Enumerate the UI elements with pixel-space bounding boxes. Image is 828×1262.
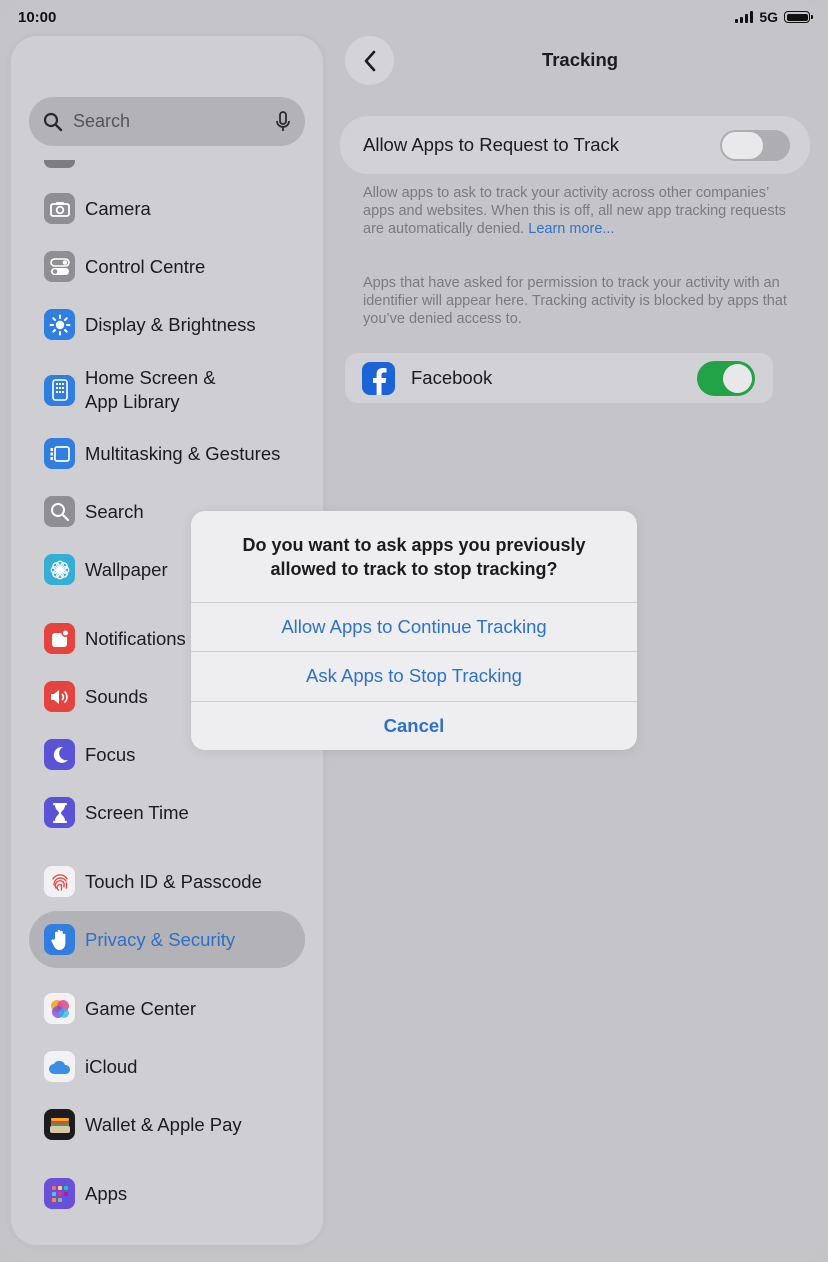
sidebar-item-display-brightness[interactable]: Display & Brightness (44, 309, 256, 340)
sidebar-item-control-centre[interactable]: Control Centre (44, 251, 205, 282)
microphone-icon[interactable] (275, 110, 291, 133)
alert-dialog: Do you want to ask apps you previously a… (191, 511, 637, 750)
sidebar-item-home-screen[interactable]: Home Screen & App Library (44, 366, 216, 414)
app-name: Facebook (411, 367, 493, 388)
allow-tracking-toggle[interactable] (720, 129, 790, 161)
sidebar-item-label: Focus (85, 743, 136, 765)
facebook-tracking-toggle[interactable] (697, 360, 755, 396)
sidebar-item-label: Apps (85, 1182, 128, 1204)
network-label: 5G (759, 9, 778, 25)
allow-tracking-description: Allow apps to ask to track your activity… (363, 184, 793, 238)
sidebar-item-label: Control Centre (85, 255, 206, 277)
bell-icon (44, 623, 75, 654)
tracking-apps-description: Apps that have asked for permission to t… (363, 275, 787, 327)
ask-stop-tracking-button[interactable]: Ask Apps to Stop Tracking (191, 651, 637, 700)
sidebar-item-multitasking[interactable]: Multitasking & Gestures (44, 438, 280, 469)
status-indicators: 5G (735, 9, 813, 25)
sidebar-item-label: Search (85, 500, 144, 522)
toggles-icon (44, 251, 75, 282)
allow-tracking-row: Allow Apps to Request to Track (340, 116, 810, 174)
wallet-icon (44, 1109, 75, 1140)
sidebar-item-notifications[interactable]: Notifications (44, 623, 186, 654)
game-center-icon (44, 993, 75, 1024)
sidebar-item-label: Screen Time (85, 801, 189, 823)
flower-icon (44, 554, 75, 585)
alert-title: Do you want to ask apps you previously a… (242, 535, 586, 579)
sidebar-item-label-group: Home Screen & App Library (85, 366, 216, 414)
sidebar-item-label: Game Center (85, 997, 197, 1019)
sidebar-item-wallet[interactable]: Wallet & Apple Pay (44, 1109, 242, 1140)
sidebar-item-label: Notifications (85, 627, 186, 649)
allow-tracking-label: Allow Apps to Request to Track (363, 134, 620, 155)
sidebar-item-focus[interactable]: Focus (44, 739, 135, 770)
moon-icon (44, 739, 75, 770)
apps-grid-icon (44, 1178, 75, 1209)
signal-icon (735, 11, 754, 23)
hourglass-icon (44, 797, 75, 828)
sun-icon (44, 309, 75, 340)
sidebar-item-label: Multitasking & Gestures (85, 442, 281, 464)
search-field[interactable]: Search (29, 97, 305, 146)
search-icon (43, 112, 63, 131)
sidebar-item-camera[interactable]: Camera (44, 193, 151, 224)
clipped-icon (44, 160, 75, 168)
sidebar-item-label: Wallpaper (85, 558, 168, 580)
fingerprint-icon (44, 866, 75, 897)
sidebar-item-label-line2: App Library (85, 391, 180, 412)
sidebar-item-label: iCloud (85, 1055, 138, 1077)
sidebar-item-screen-time[interactable]: Screen Time (44, 797, 189, 828)
allow-continue-tracking-button[interactable]: Allow Apps to Continue Tracking (191, 602, 637, 651)
back-button[interactable] (345, 36, 394, 85)
sidebar-item-label: Display & Brightness (85, 313, 256, 335)
cancel-button[interactable]: Cancel (191, 701, 637, 750)
facebook-icon (362, 361, 395, 395)
speaker-icon (44, 681, 75, 712)
battery-icon (784, 11, 813, 23)
hand-icon (44, 924, 75, 955)
learn-more-link[interactable]: Learn more... (528, 221, 614, 237)
sidebar-item-wallpaper[interactable]: Wallpaper (44, 554, 168, 585)
sidebar-item-icloud[interactable]: iCloud (44, 1051, 137, 1082)
sidebar-item-label: Home Screen & (85, 367, 216, 388)
sidebar-item-apps[interactable]: Apps (44, 1178, 127, 1209)
search-placeholder: Search (73, 111, 131, 131)
sidebar-item-label: Wallet & Apple Pay (85, 1113, 242, 1135)
sidebar-item-label: Camera (85, 197, 151, 219)
sidebar-item-touch-id[interactable]: Touch ID & Passcode (44, 866, 262, 897)
sidebar-item-label: Privacy & Security (85, 928, 236, 950)
sidebar-item-search[interactable]: Search (44, 496, 144, 527)
status-time: 10:00 (18, 9, 57, 26)
sidebar-item-label: Touch ID & Passcode (85, 870, 262, 892)
sidebar-item-label: Sounds (85, 685, 148, 707)
home-screen-icon (44, 374, 75, 406)
sidebar-item-game-center[interactable]: Game Center (44, 993, 196, 1024)
device-screen: 10:00 5G Search Camera Control Centre Di… (0, 0, 828, 1262)
camera-icon (44, 193, 75, 224)
multitasking-icon (44, 438, 75, 469)
chevron-left-icon (364, 50, 375, 71)
page-title: Tracking (541, 49, 619, 70)
sidebar-item-privacy-security[interactable]: Privacy & Security (44, 924, 235, 955)
facebook-row: Facebook (345, 353, 773, 403)
sidebar-item-sounds[interactable]: Sounds (44, 681, 148, 712)
magnifier-icon (44, 496, 75, 527)
cloud-icon (44, 1051, 75, 1082)
